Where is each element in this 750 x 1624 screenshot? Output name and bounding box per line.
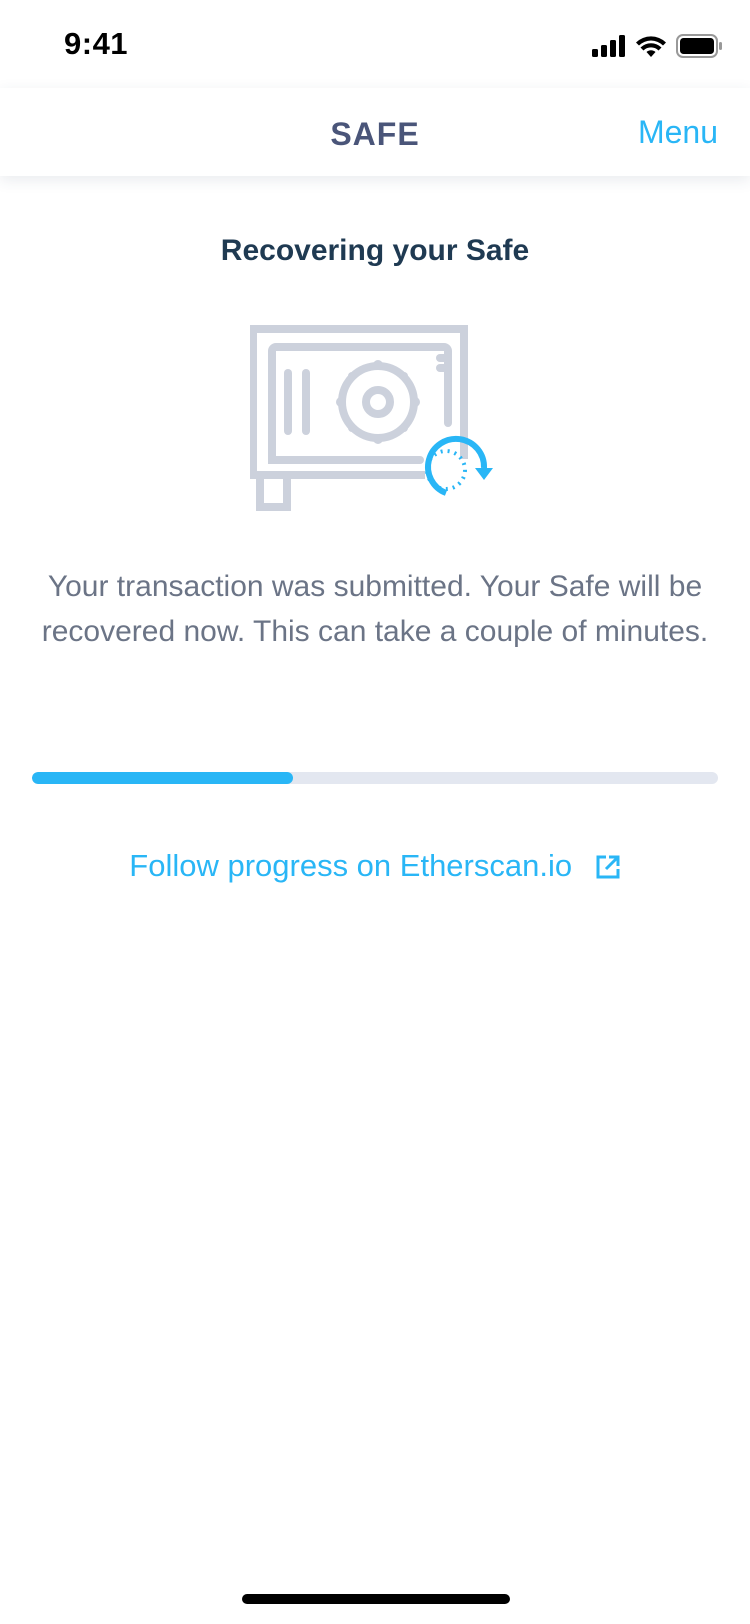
status-description: Your transaction was submitted. Your Saf… (41, 570, 709, 648)
wifi-icon (636, 36, 666, 57)
signal-icon (592, 35, 625, 57)
progress-bar (32, 772, 718, 784)
etherscan-link-label: Follow progress on Etherscan.io (129, 848, 573, 883)
progress-fill (32, 772, 293, 784)
status-bar: 9:41 (0, 0, 750, 88)
menu-button[interactable]: Menu (638, 114, 718, 151)
etherscan-link[interactable]: Follow progress on Etherscan.io (0, 848, 750, 884)
safe-recovery-icon (250, 325, 493, 511)
battery-icon (676, 34, 722, 58)
external-link-icon (596, 855, 620, 879)
home-indicator[interactable] (242, 1594, 510, 1604)
page-title: Recovering your Safe (220, 234, 530, 267)
navigation-bar: SAFE Menu (0, 88, 750, 176)
status-time: 9:41 (64, 26, 129, 61)
